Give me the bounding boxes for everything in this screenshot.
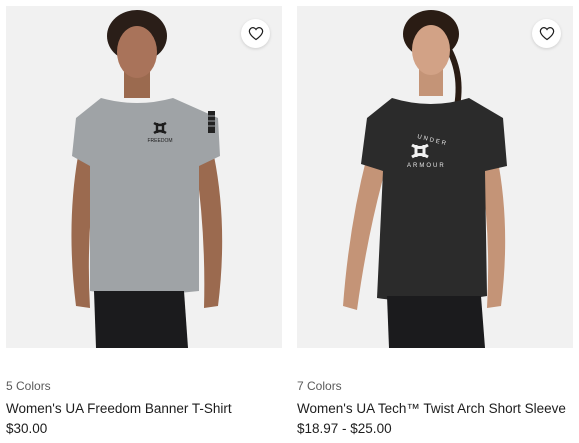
product-card[interactable]: FREEDOM 5 Colors Women's UA Freedom Bann… xyxy=(6,6,282,436)
flag-icon xyxy=(208,111,215,133)
shirt-print-text: ARMOUR xyxy=(407,163,446,169)
product-image[interactable]: UNDER ARMOUR xyxy=(297,6,573,348)
colors-count: 5 Colors xyxy=(6,379,51,393)
product-price: $18.97 - $25.00 xyxy=(297,421,392,436)
model-photo: FREEDOM xyxy=(71,10,223,348)
heart-icon xyxy=(539,27,554,41)
product-card[interactable]: UNDER ARMOUR 7 Colors Women's UA Tech™ T… xyxy=(297,6,573,436)
product-name-link[interactable]: Women's UA Tech™ Twist Arch Short Sleeve xyxy=(297,401,566,416)
wishlist-button[interactable] xyxy=(532,19,561,48)
tshirt-shape xyxy=(72,98,220,295)
heart-icon xyxy=(248,27,263,41)
product-price: $30.00 xyxy=(6,421,48,436)
tshirt-shape xyxy=(361,98,507,302)
product-image[interactable]: FREEDOM xyxy=(6,6,282,348)
model-photo: UNDER ARMOUR xyxy=(343,10,507,348)
colors-count: 7 Colors xyxy=(297,379,342,393)
wishlist-button[interactable] xyxy=(241,19,270,48)
shirt-print-text: FREEDOM xyxy=(148,138,173,144)
product-name-link[interactable]: Women's UA Freedom Banner T-Shirt xyxy=(6,401,232,416)
